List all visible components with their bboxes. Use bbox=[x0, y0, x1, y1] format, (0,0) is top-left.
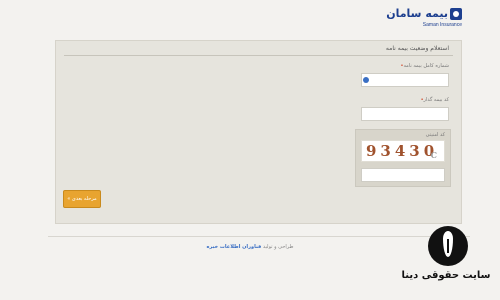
refresh-icon[interactable]: C bbox=[431, 145, 441, 161]
footer-prefix: طراحی و تولید bbox=[262, 244, 294, 250]
title-divider bbox=[64, 55, 453, 56]
captcha-label: کد امنیتی bbox=[425, 132, 445, 138]
next-step-button[interactable]: مرحله بعدی » bbox=[63, 190, 101, 208]
watermark-text: سایت حقوقی دینا bbox=[401, 270, 491, 281]
policy-number-label: شماره کامل بیمه نامه• bbox=[400, 63, 449, 69]
pen-nib-icon bbox=[428, 226, 468, 266]
form-title: استعلام وضعیت بیمه نامه bbox=[385, 45, 449, 52]
saman-logo-icon bbox=[450, 8, 462, 20]
captcha-input[interactable] bbox=[361, 168, 445, 182]
captcha-image: 93430 C bbox=[361, 140, 445, 162]
saman-logo[interactable]: بیمه سامان Saman Insurance bbox=[386, 7, 462, 31]
policy-number-input[interactable] bbox=[361, 73, 449, 87]
header: بیمه سامان Saman Insurance bbox=[0, 0, 500, 42]
watermark-badge: سایت حقوقی دینا bbox=[396, 226, 496, 296]
footer-company-link[interactable]: فناوران اطلاعات خبره bbox=[206, 244, 261, 250]
logo-english-text: Saman Insurance bbox=[422, 22, 462, 28]
info-icon[interactable] bbox=[363, 77, 369, 83]
inquiry-form-panel: استعلام وضعیت بیمه نامه شماره کامل بیمه … bbox=[55, 40, 462, 224]
logo-persian-text: بیمه سامان bbox=[386, 7, 448, 20]
footer: طراحی و تولید فناوران اطلاعات خبره bbox=[160, 244, 340, 250]
captcha-text: 93430 bbox=[366, 142, 439, 160]
national-code-label: کد بیمه گذار• bbox=[420, 97, 449, 103]
captcha-box: کد امنیتی 93430 C bbox=[355, 129, 451, 187]
national-code-input[interactable] bbox=[361, 107, 449, 121]
